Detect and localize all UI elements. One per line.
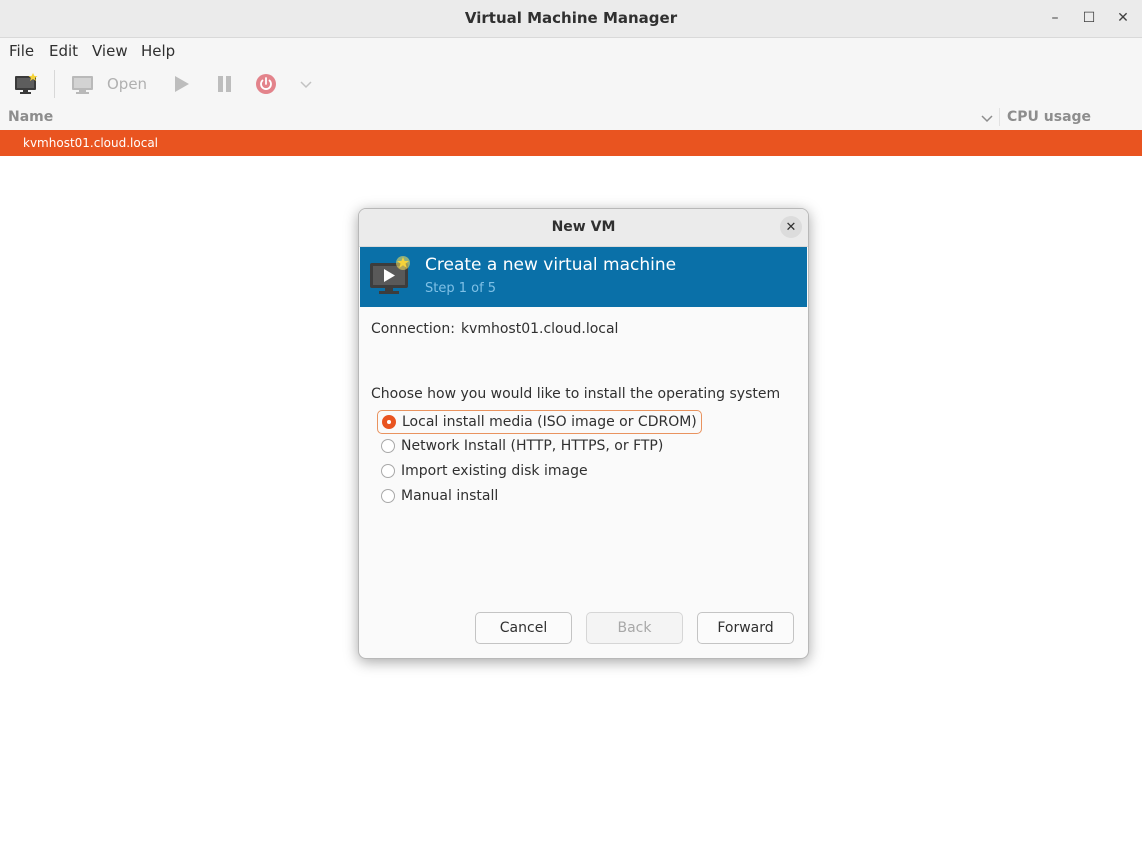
window-title: Virtual Machine Manager [464,9,678,27]
menu-view[interactable]: View [92,42,128,60]
play-icon [175,76,189,92]
menu-edit[interactable]: Edit [49,42,78,60]
menu-help[interactable]: Help [141,42,175,60]
toolbar-separator [54,70,55,98]
vm-list-header: Name CPU usage [0,104,1142,131]
dialog-title-bar: New VM ✕ [359,209,808,247]
connection-info: Connection: kvmhost01.cloud.local [371,321,618,337]
connection-value: kvmhost01.cloud.local [460,321,619,337]
minimize-button[interactable]: – [1045,8,1065,28]
monitor-icon [72,76,93,94]
menu-bar: File Edit View Help [0,38,1142,64]
pause-icon [218,76,231,92]
connection-label: Connection: [371,321,455,337]
connection-row[interactable]: kvmhost01.cloud.local [0,130,1142,156]
radio-unchecked-icon[interactable] [381,464,395,478]
app-window: Virtual Machine Manager – ☐ ✕ File Edit … [0,0,1142,846]
connection-name: kvmhost01.cloud.local [23,136,158,150]
radio-unchecked-icon[interactable] [381,489,395,503]
pause-button[interactable] [215,72,235,100]
sort-toggle[interactable] [980,112,994,128]
option-label: Network Install (HTTP, HTTPS, or FTP) [401,438,664,454]
shutdown-button[interactable] [255,72,277,100]
option-label: Import existing disk image [401,463,588,479]
new-vm-banner-icon [368,255,414,301]
chevron-down-icon [300,81,312,89]
maximize-button[interactable]: ☐ [1079,8,1099,28]
radio-unchecked-icon[interactable] [381,439,395,453]
new-vm-dialog: New VM ✕ Create a new virtual machine St… [358,208,809,659]
option-label: Manual install [401,488,499,504]
run-button[interactable] [172,72,192,100]
column-name[interactable]: Name [8,109,53,125]
title-bar: Virtual Machine Manager – ☐ ✕ [0,0,1142,38]
option-label: Local install media (ISO image or CDROM) [402,414,697,430]
wizard-step: Step 1 of 5 [425,281,497,296]
option-import-disk[interactable]: Import existing disk image [381,460,588,482]
forward-button[interactable]: Forward [697,612,794,644]
column-separator [999,108,1000,126]
dialog-close-button[interactable]: ✕ [780,216,802,238]
monitor-star-icon [15,73,38,94]
dialog-title: New VM [551,219,616,235]
power-icon [256,74,276,94]
back-button[interactable]: Back [586,612,683,644]
install-method-prompt: Choose how you would like to install the… [371,386,781,402]
menu-file[interactable]: File [9,42,34,60]
new-vm-button[interactable] [14,72,40,100]
shutdown-menu-button[interactable] [299,78,313,94]
column-cpu-usage[interactable]: CPU usage [1007,109,1091,125]
close-button[interactable]: ✕ [1113,8,1133,28]
wizard-banner: Create a new virtual machine Step 1 of 5 [360,247,807,307]
chevron-down-icon [981,115,993,123]
open-button-icon[interactable] [71,72,95,100]
option-local-install[interactable]: Local install media (ISO image or CDROM) [377,410,702,434]
option-manual-install[interactable]: Manual install [381,485,498,507]
toolbar: Open [0,64,1142,104]
cancel-button[interactable]: Cancel [475,612,572,644]
open-button[interactable]: Open [107,75,147,93]
wizard-title: Create a new virtual machine [425,255,677,275]
monitor-play-icon [370,256,410,294]
option-network-install[interactable]: Network Install (HTTP, HTTPS, or FTP) [381,435,663,457]
radio-checked-icon[interactable] [382,415,396,429]
